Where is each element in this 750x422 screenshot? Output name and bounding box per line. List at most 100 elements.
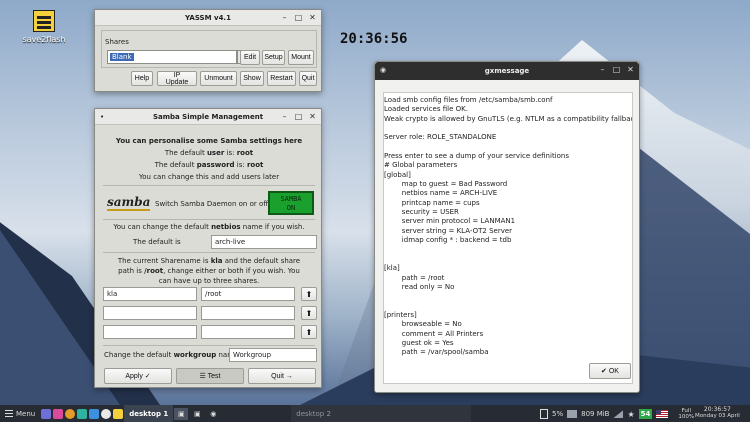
quit-button[interactable]: Quit bbox=[299, 71, 317, 86]
samba-logo: samba bbox=[107, 195, 151, 211]
message-line: Press enter to see a dump of your servic… bbox=[384, 152, 569, 161]
message-line bbox=[384, 302, 632, 311]
close-icon[interactable]: ✕ bbox=[308, 112, 317, 121]
divider bbox=[103, 345, 315, 346]
minimize-icon[interactable]: – bbox=[280, 13, 289, 22]
ok-button[interactable]: ✔ OK bbox=[589, 363, 631, 379]
samba-on-line2: ON bbox=[286, 204, 296, 212]
share-name-input-2[interactable] bbox=[103, 306, 197, 320]
test-button[interactable]: ☰ Test bbox=[176, 368, 244, 384]
desktop-1-tab[interactable]: desktop 1 bbox=[124, 405, 174, 422]
maximize-icon[interactable]: □ bbox=[294, 112, 303, 121]
workgroup-input[interactable]: Workgroup bbox=[229, 348, 317, 362]
minimize-icon[interactable]: – bbox=[598, 65, 607, 74]
maximize-icon[interactable]: □ bbox=[612, 65, 621, 74]
message-line: # Global parameters bbox=[384, 161, 458, 170]
message-line bbox=[384, 143, 632, 152]
terminal-launcher-icon[interactable] bbox=[89, 408, 100, 419]
message-line bbox=[384, 124, 632, 133]
default-is-label: The default is bbox=[133, 238, 181, 246]
upload-icon[interactable]: ⬆ bbox=[301, 287, 317, 301]
battery-icon bbox=[540, 409, 548, 419]
quit-button[interactable]: Quit → bbox=[248, 368, 316, 384]
system-tray: 5% 809 MiB ★ 54 Full 100% bbox=[540, 408, 694, 420]
setup-button[interactable]: Setup bbox=[262, 50, 285, 65]
save2flash-launcher-icon[interactable] bbox=[113, 408, 124, 419]
default-password-line: The default password is: root bbox=[154, 161, 264, 169]
message-line: [printers] bbox=[384, 310, 417, 319]
message-line: idmap config * : backend = tdb bbox=[384, 236, 512, 245]
share-path-input-2[interactable] bbox=[201, 306, 295, 320]
help-button[interactable]: Help bbox=[131, 71, 153, 86]
share-text-line2: path is /root, change either or both if … bbox=[118, 267, 300, 275]
divider bbox=[103, 252, 315, 253]
unmount-button[interactable]: Unmount bbox=[200, 71, 237, 86]
close-icon[interactable]: ✕ bbox=[626, 65, 635, 74]
app-launcher-icon[interactable] bbox=[53, 408, 64, 419]
memory-usage: 809 MiB bbox=[581, 410, 610, 418]
apply-button[interactable]: Apply ✓ bbox=[104, 368, 172, 384]
share-path-input-3[interactable] bbox=[201, 325, 295, 339]
menu-label: Menu bbox=[16, 409, 36, 418]
gxm-titlebar[interactable]: ◉ gxmessage – □ ✕ bbox=[375, 62, 639, 80]
window-menu-icon[interactable]: • bbox=[100, 113, 108, 121]
maximize-icon[interactable]: □ bbox=[294, 13, 303, 22]
message-line: [kla] bbox=[384, 264, 400, 273]
minimize-icon[interactable]: – bbox=[280, 112, 289, 121]
keyboard-layout-flag-icon[interactable] bbox=[656, 410, 669, 418]
mount-button[interactable]: Mount bbox=[288, 50, 314, 65]
share-name-input-3[interactable] bbox=[103, 325, 197, 339]
samba-on-toggle[interactable]: SAMBA ON bbox=[268, 191, 314, 215]
battery-percent: 5% bbox=[552, 410, 564, 418]
updates-badge[interactable]: 54 bbox=[638, 409, 653, 419]
message-line: read only = No bbox=[384, 282, 455, 291]
netbios-line: You can change the default netbios name … bbox=[113, 223, 305, 231]
desktop-clock: 20:36:56 bbox=[340, 31, 408, 47]
gxmessage-window: ◉ gxmessage – □ ✕ Load smb config files … bbox=[374, 61, 640, 393]
show-button[interactable]: Show bbox=[240, 71, 264, 86]
message-line bbox=[384, 292, 632, 301]
menu-button[interactable]: Menu bbox=[0, 405, 40, 422]
yassm-window: YASSM v4.1 – □ ✕ Shares Blank ▼ Edit Set… bbox=[94, 9, 322, 92]
window-title: Samba Simple Management bbox=[152, 112, 264, 121]
share-name-input-1[interactable]: kla bbox=[103, 287, 197, 301]
desktop-icon-save2flash[interactable]: save2flash bbox=[18, 10, 70, 44]
ssm-titlebar[interactable]: • Samba Simple Management – □ ✕ bbox=[95, 109, 321, 125]
upload-icon[interactable]: ⬆ bbox=[301, 325, 317, 339]
bluetooth-icon[interactable]: ★ bbox=[627, 410, 634, 419]
window-title: YASSM v4.1 bbox=[185, 13, 231, 22]
task-window-icon[interactable]: ▣ bbox=[174, 407, 189, 420]
samba-on-line1: SAMBA bbox=[280, 195, 302, 203]
ip-update-button[interactable]: IP Update bbox=[157, 71, 197, 86]
share-select-value: Blank bbox=[110, 53, 134, 61]
share-text-line1: The current Sharename is kla and the def… bbox=[117, 257, 301, 265]
clock-launcher-icon[interactable] bbox=[101, 408, 112, 419]
upload-icon[interactable]: ⬆ bbox=[301, 306, 317, 320]
volume-icon[interactable] bbox=[613, 410, 624, 418]
message-line: server min protocol = LANMAN1 bbox=[384, 217, 516, 226]
message-line: [global] bbox=[384, 170, 411, 179]
desktop-2-tab[interactable]: desktop 2 bbox=[291, 405, 472, 422]
files-launcher-icon[interactable] bbox=[41, 408, 52, 419]
restart-button[interactable]: Restart bbox=[267, 71, 296, 86]
power-status: Full 100% bbox=[678, 408, 695, 420]
message-textarea[interactable]: Load smb config files from /etc/samba/sm… bbox=[383, 92, 633, 384]
browser-launcher-icon[interactable] bbox=[65, 408, 76, 419]
close-icon[interactable]: ✕ bbox=[308, 13, 317, 22]
share-select[interactable]: Blank bbox=[107, 50, 237, 64]
task-chat-icon[interactable]: ◉ bbox=[206, 408, 220, 420]
settings-launcher-icon[interactable] bbox=[77, 408, 88, 419]
yassm-titlebar[interactable]: YASSM v4.1 – □ ✕ bbox=[95, 10, 321, 26]
task-window-icon[interactable]: ▣ bbox=[190, 408, 204, 420]
message-line: comment = All Printers bbox=[384, 329, 484, 338]
message-line: security = USER bbox=[384, 208, 459, 217]
edit-button[interactable]: Edit bbox=[240, 50, 260, 65]
message-line bbox=[384, 255, 632, 264]
samba-simple-management-window: • Samba Simple Management – □ ✕ You can … bbox=[94, 108, 322, 388]
taskbar: Menu desktop 1 ▣ ▣ ◉ desktop 2 5% 809 Mi… bbox=[0, 405, 750, 422]
switch-text: Switch Samba Daemon on or off. bbox=[155, 200, 271, 208]
taskbar-clock[interactable]: 20:36:57 Monday 03 April bbox=[695, 406, 740, 420]
netbios-name-input[interactable]: arch-live bbox=[211, 235, 317, 249]
menu-icon bbox=[5, 410, 13, 417]
share-path-input-1[interactable]: /root bbox=[201, 287, 295, 301]
